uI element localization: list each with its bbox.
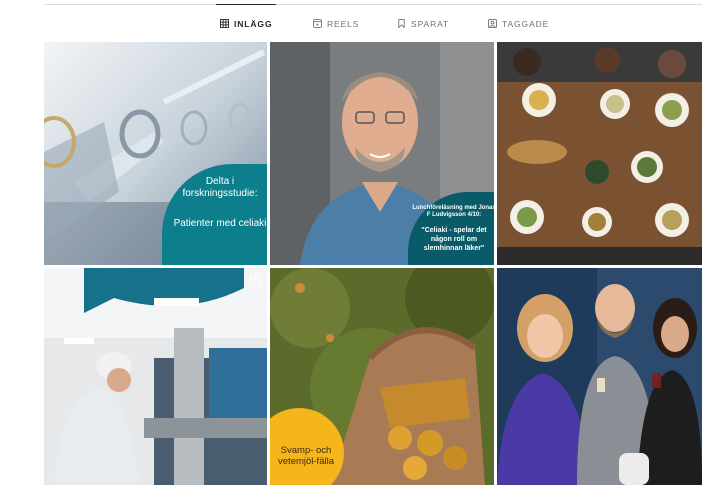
post-grid: Delta i forskningsstudie: Patienter med …: [44, 42, 702, 485]
tab-reels[interactable]: REELS: [313, 5, 359, 42]
tab-saved[interactable]: SPARAT: [397, 5, 449, 42]
profile-tabs: INLÄGG REELS SPARAT TAGGADE: [0, 4, 702, 42]
tab-saved-label: SPARAT: [411, 18, 450, 29]
grid-icon: [220, 19, 229, 28]
post-caption-line: "Celiaki - spelar det någon roll om slem…: [421, 227, 487, 252]
post-caption-line: Delta i forskningsstudie:: [182, 176, 258, 199]
tab-tagged-label: TAGGADE: [502, 18, 550, 29]
tab-tagged[interactable]: TAGGADE: [488, 5, 549, 42]
factory-photo: [44, 268, 267, 485]
reel-play-icon: [250, 274, 261, 285]
bookmark-icon: [398, 19, 405, 28]
post-wine-tasting[interactable]: [497, 268, 702, 485]
reels-icon: [313, 19, 322, 28]
tab-posts-label: INLÄGG: [234, 18, 273, 29]
tab-posts[interactable]: INLÄGG: [215, 4, 277, 42]
post-lecture[interactable]: Lunchföreläsning med Jonas F Ludvigsson …: [270, 42, 494, 265]
post-caption-line: Svamp- och vetemjöl-fälla: [278, 445, 334, 467]
post-caption-line: Lunchföreläsning med Jonas F Ludvigsson …: [412, 205, 494, 218]
post-mushrooms[interactable]: Svamp- och vetemjöl-fälla: [270, 268, 494, 485]
post-dinner[interactable]: [497, 42, 702, 265]
tab-reels-label: REELS: [327, 18, 360, 29]
dinner-table-photo: [497, 42, 702, 265]
tagged-icon: [488, 19, 497, 28]
post-factory[interactable]: [44, 268, 267, 485]
post-research-study[interactable]: Delta i forskningsstudie: Patienter med …: [44, 42, 267, 265]
people-wine-photo: [497, 268, 702, 485]
post-caption-line: Patienter med celiaki: [173, 218, 267, 229]
